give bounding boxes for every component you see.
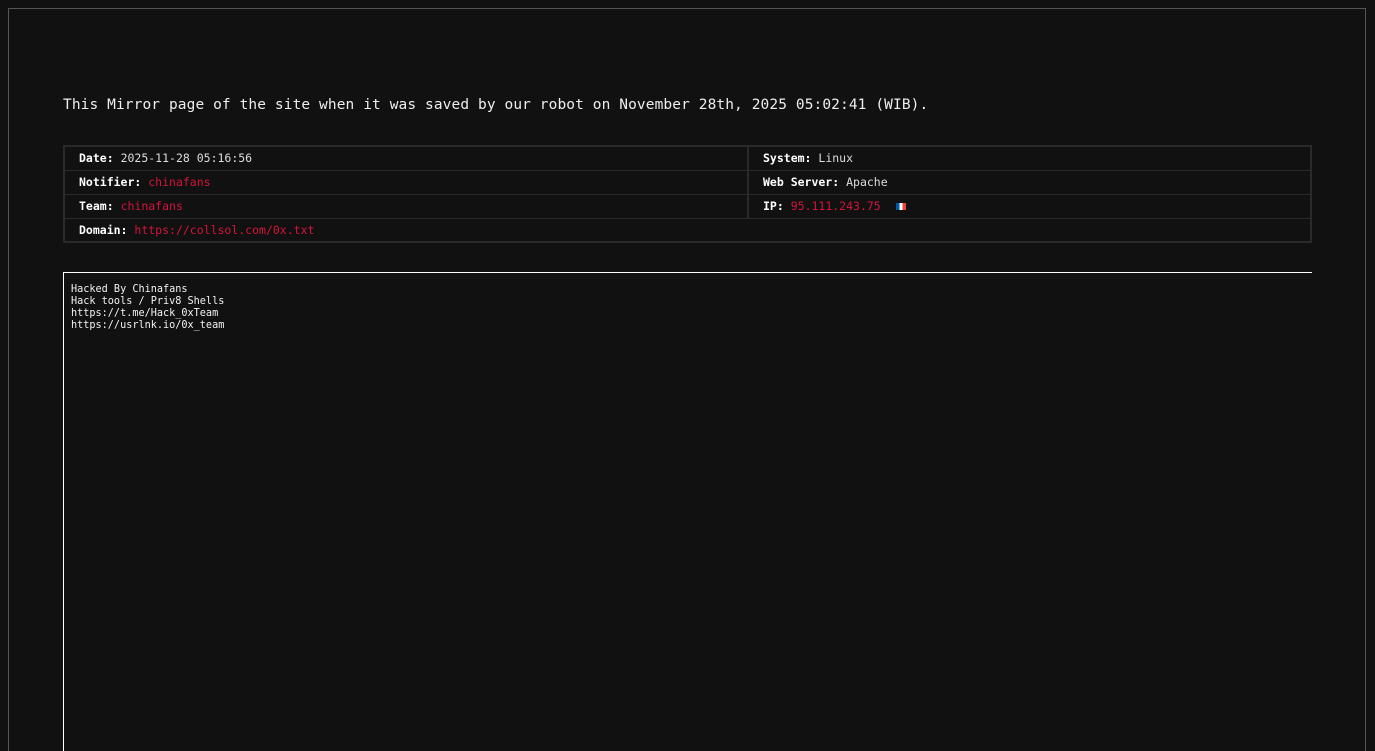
mirror-line: https://usrlnk.io/0x_team xyxy=(71,320,225,331)
webserver-label: Web Server: xyxy=(763,175,840,189)
table-row: Team: chinafans IP: 95.111.243.75 xyxy=(64,194,1311,219)
date-label: Date: xyxy=(79,151,114,166)
system-label: System: xyxy=(763,151,812,166)
domain-link[interactable]: https://collsol.com/0x.txt xyxy=(134,223,314,237)
table-row: Date: 2025-11-28 05:16:56 System: Linux xyxy=(64,146,1311,171)
notifier-cell: Notifier: chinafans xyxy=(64,170,749,195)
team-cell: Team: chinafans xyxy=(64,194,749,219)
france-flag-icon xyxy=(895,203,906,210)
ip-cell: IP: 95.111.243.75 xyxy=(748,194,1311,219)
date-cell: Date: 2025-11-28 05:16:56 xyxy=(64,146,749,171)
date-value: 2025-11-28 05:16:56 xyxy=(120,151,253,166)
webserver-value: Apache xyxy=(846,175,888,189)
mirror-line: Hacked By Chinafans xyxy=(71,284,188,295)
mirror-content-text: Hacked By Chinafans Hack tools / Priv8 S… xyxy=(64,273,1312,332)
domain-cell: Domain: https://collsol.com/0x.txt xyxy=(64,218,1311,242)
domain-label: Domain: xyxy=(79,222,128,237)
notifier-link[interactable]: chinafans xyxy=(148,175,210,189)
mirror-content-frame[interactable]: Hacked By Chinafans Hack tools / Priv8 S… xyxy=(63,272,1312,751)
system-value: Linux xyxy=(818,151,854,166)
mirror-intro-text: This Mirror page of the site when it was… xyxy=(63,97,929,113)
ip-link[interactable]: 95.111.243.75 xyxy=(791,199,881,213)
table-row: Notifier: chinafans Web Server: Apache xyxy=(64,170,1311,195)
team-label: Team: xyxy=(79,199,114,213)
ip-label: IP: xyxy=(763,199,784,213)
notifier-label: Notifier: xyxy=(79,175,142,189)
page-frame: This Mirror page of the site when it was… xyxy=(8,8,1366,751)
system-cell: System: Linux xyxy=(748,146,1311,171)
mirror-line: https://t.me/Hack_0xTeam xyxy=(71,308,219,319)
team-link[interactable]: chinafans xyxy=(121,199,183,213)
mirror-info-table: Date: 2025-11-28 05:16:56 System: Linux … xyxy=(63,145,1312,243)
mirror-line: Hack tools / Priv8 Shells xyxy=(71,296,225,307)
webserver-cell: Web Server: Apache xyxy=(748,170,1311,195)
table-row: Domain: https://collsol.com/0x.txt xyxy=(64,218,1311,242)
